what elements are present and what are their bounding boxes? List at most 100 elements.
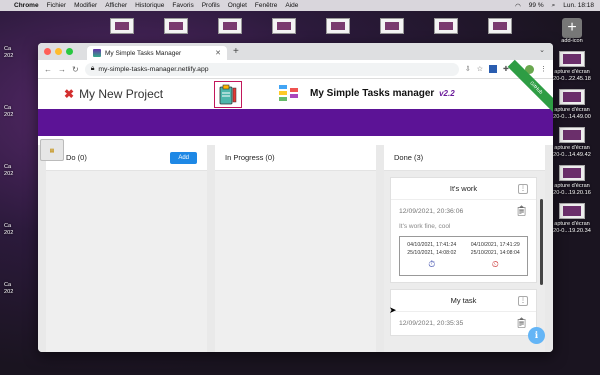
more-icon[interactable]: ⋮ [540,65,547,73]
column-header: To Do (0) Add [46,145,207,171]
menu-item-favoris[interactable]: Favoris [172,2,193,9]
time-end: 25/10/2021, 14:08:02 [407,250,457,256]
chevron-down-icon[interactable]: ⌄ [539,46,545,54]
clipboard-logo[interactable] [214,81,242,108]
desktop-thumbnail[interactable] [434,18,458,34]
desktop-left-icons: Ca 202 Ca 202 Ca 202 Ca 202 Ca 202 [0,46,40,341]
desktop-thumbnail[interactable] [218,18,242,34]
menu-item-onglet[interactable]: Onglet [228,2,247,9]
more-options-icon[interactable]: ⋮ [518,296,528,306]
star-icon[interactable]: ☆ [477,65,483,73]
tab-favicon [93,49,101,57]
macos-menu-bar: Chrome Fichier Modifier Afficher Histori… [0,0,600,11]
desktop-file-label[interactable]: Ca 202 [0,282,40,341]
close-tab-icon[interactable]: ✕ [215,49,221,57]
task-meta: 12/09/2021, 20:35:35 📋︎ [391,312,536,335]
add-task-button[interactable]: Add [170,151,197,164]
menu-item-fenetre[interactable]: Fenêtre [255,2,277,9]
close-project-icon[interactable]: ✖ [64,87,74,101]
menu-item-afficher[interactable]: Afficher [105,2,127,9]
task-description: It's work fine, cool [399,223,451,230]
desktop-thumbnail[interactable] [380,18,404,34]
task-card-header: It's work ⋮ [391,178,536,200]
column-drop-area[interactable] [215,171,376,352]
timer-icon[interactable]: ⏱ [428,259,435,270]
desktop-thumbnails [110,18,512,34]
desktop-thumbnail[interactable] [326,18,350,34]
menu-item-modifier[interactable]: Modifier [74,2,97,9]
app-header: ✖ My New Project My Simple Tasks manager… [38,59,553,117]
back-icon[interactable]: ← [44,65,52,74]
task-card[interactable]: My task ⋮ 12/09/2021, 20:35:35 📋︎ [390,289,537,336]
more-options-icon[interactable]: ⋮ [518,184,528,194]
project-name[interactable]: My New Project [79,87,163,101]
desktop-thumbnail[interactable] [488,18,512,34]
tab-bar: My Simple Tasks Manager ✕ + ⌄ [38,43,553,60]
column-done: Done (3) It's work ⋮ 12/09/2021, 20:36:0… [384,145,545,352]
add-icon[interactable]: + [562,18,582,38]
menu-app-name[interactable]: Chrome [14,2,39,9]
task-card[interactable]: It's work ⋮ 12/09/2021, 20:36:06 📋︎ It's… [390,177,537,283]
column-header: Done (3) [384,145,545,171]
search-icon[interactable]: ⌕ [552,2,556,10]
battery-label[interactable]: 99 % [529,2,544,9]
mouse-cursor-icon: ➤ [389,305,397,315]
desktop-file-label[interactable]: Ca 202 [0,46,40,105]
task-meta: 12/09/2021, 20:36:06 📋︎ [391,200,536,223]
menu-item-profils[interactable]: Profils [202,2,220,9]
clipboard-check-icon: 📋︎ [515,318,528,329]
kanban-logo [278,83,300,103]
app-title-text: My Simple Tasks manager [310,88,435,99]
column-drop-area[interactable]: It's work ⋮ 12/09/2021, 20:36:06 📋︎ It's… [384,171,545,352]
folder-icon[interactable]: ▦ [40,139,64,161]
close-window-button[interactable] [44,48,51,55]
time-cell: 04/10/2021, 17:41:24 25/10/2021, 14:08:0… [400,237,464,275]
reload-icon[interactable]: ↻ [72,65,79,74]
minimize-window-button[interactable] [55,48,62,55]
desktop-file-label[interactable]: Ca 202 [0,223,40,282]
browser-window: My Simple Tasks Manager ✕ + ⌄ ← → ↻ 🔒︎ m… [38,43,553,352]
time-cell: 04/10/2021, 17:41:29 25/10/2021, 14:08:0… [464,237,528,275]
menu-item-historique[interactable]: Historique [135,2,164,9]
wifi-icon[interactable]: ◠ [515,2,521,10]
app-title: My Simple Tasks manager v2.2 [310,88,455,99]
desktop-thumbnail[interactable] [164,18,188,34]
clock-label[interactable]: Lun. 18:18 [563,2,594,9]
desktop-file-label[interactable]: Ca 202 [0,164,40,223]
url-text: my-simple-tasks-manager.netlify.app [98,65,209,73]
desktop-thumbnail[interactable] [272,18,296,34]
app-version: v2.2 [439,89,455,98]
extension-icon[interactable] [489,65,498,73]
task-title: It's work [449,184,478,193]
clipboard-icon [219,84,237,104]
info-fab-button[interactable]: ℹ [528,327,545,344]
tab-title: My Simple Tasks Manager [105,49,182,57]
desktop-thumbnail[interactable] [110,18,134,34]
task-title: My task [450,296,477,305]
task-date: 12/09/2021, 20:36:06 [399,208,464,215]
column-inprogress: In Progress (0) [215,145,376,352]
purple-banner [38,109,553,136]
menu-item-aide[interactable]: Aide [285,2,298,9]
zoom-window-button[interactable] [66,48,73,55]
extensions-area: ⇩ ☆ ✚ ≡ ⋮ [465,64,547,74]
column-todo: To Do (0) Add [46,145,207,352]
column-drop-area[interactable] [46,171,207,352]
address-bar-row: ← → ↻ 🔒︎ my-simple-tasks-manager.netlify… [38,60,553,79]
desktop-file-label[interactable]: Ca 202 [0,105,40,164]
lock-icon: 🔒︎ [90,65,95,72]
address-bar[interactable]: 🔒︎ my-simple-tasks-manager.netlify.app [84,62,459,76]
forward-icon[interactable]: → [58,65,66,74]
time-tracking-box: 04/10/2021, 17:41:24 25/10/2021, 14:08:0… [399,236,528,276]
menu-item-fichier[interactable]: Fichier [47,2,67,9]
task-card-header: My task ⋮ [391,290,536,312]
kanban-board: To Do (0) Add In Progress (0) Done (3) I… [38,145,553,352]
browser-tab[interactable]: My Simple Tasks Manager ✕ [87,46,227,60]
new-tab-button[interactable]: + [233,46,239,57]
stopwatch-icon[interactable]: ⏲ [492,259,499,270]
clipboard-check-icon: 📋︎ [515,206,528,217]
scrollbar[interactable] [540,199,543,285]
menu-status-area: ◠ 99 % ⌕ Lun. 18:18 [515,2,594,10]
time-end: 25/10/2021, 14:08:04 [470,250,520,256]
install-icon[interactable]: ⇩ [465,65,471,73]
